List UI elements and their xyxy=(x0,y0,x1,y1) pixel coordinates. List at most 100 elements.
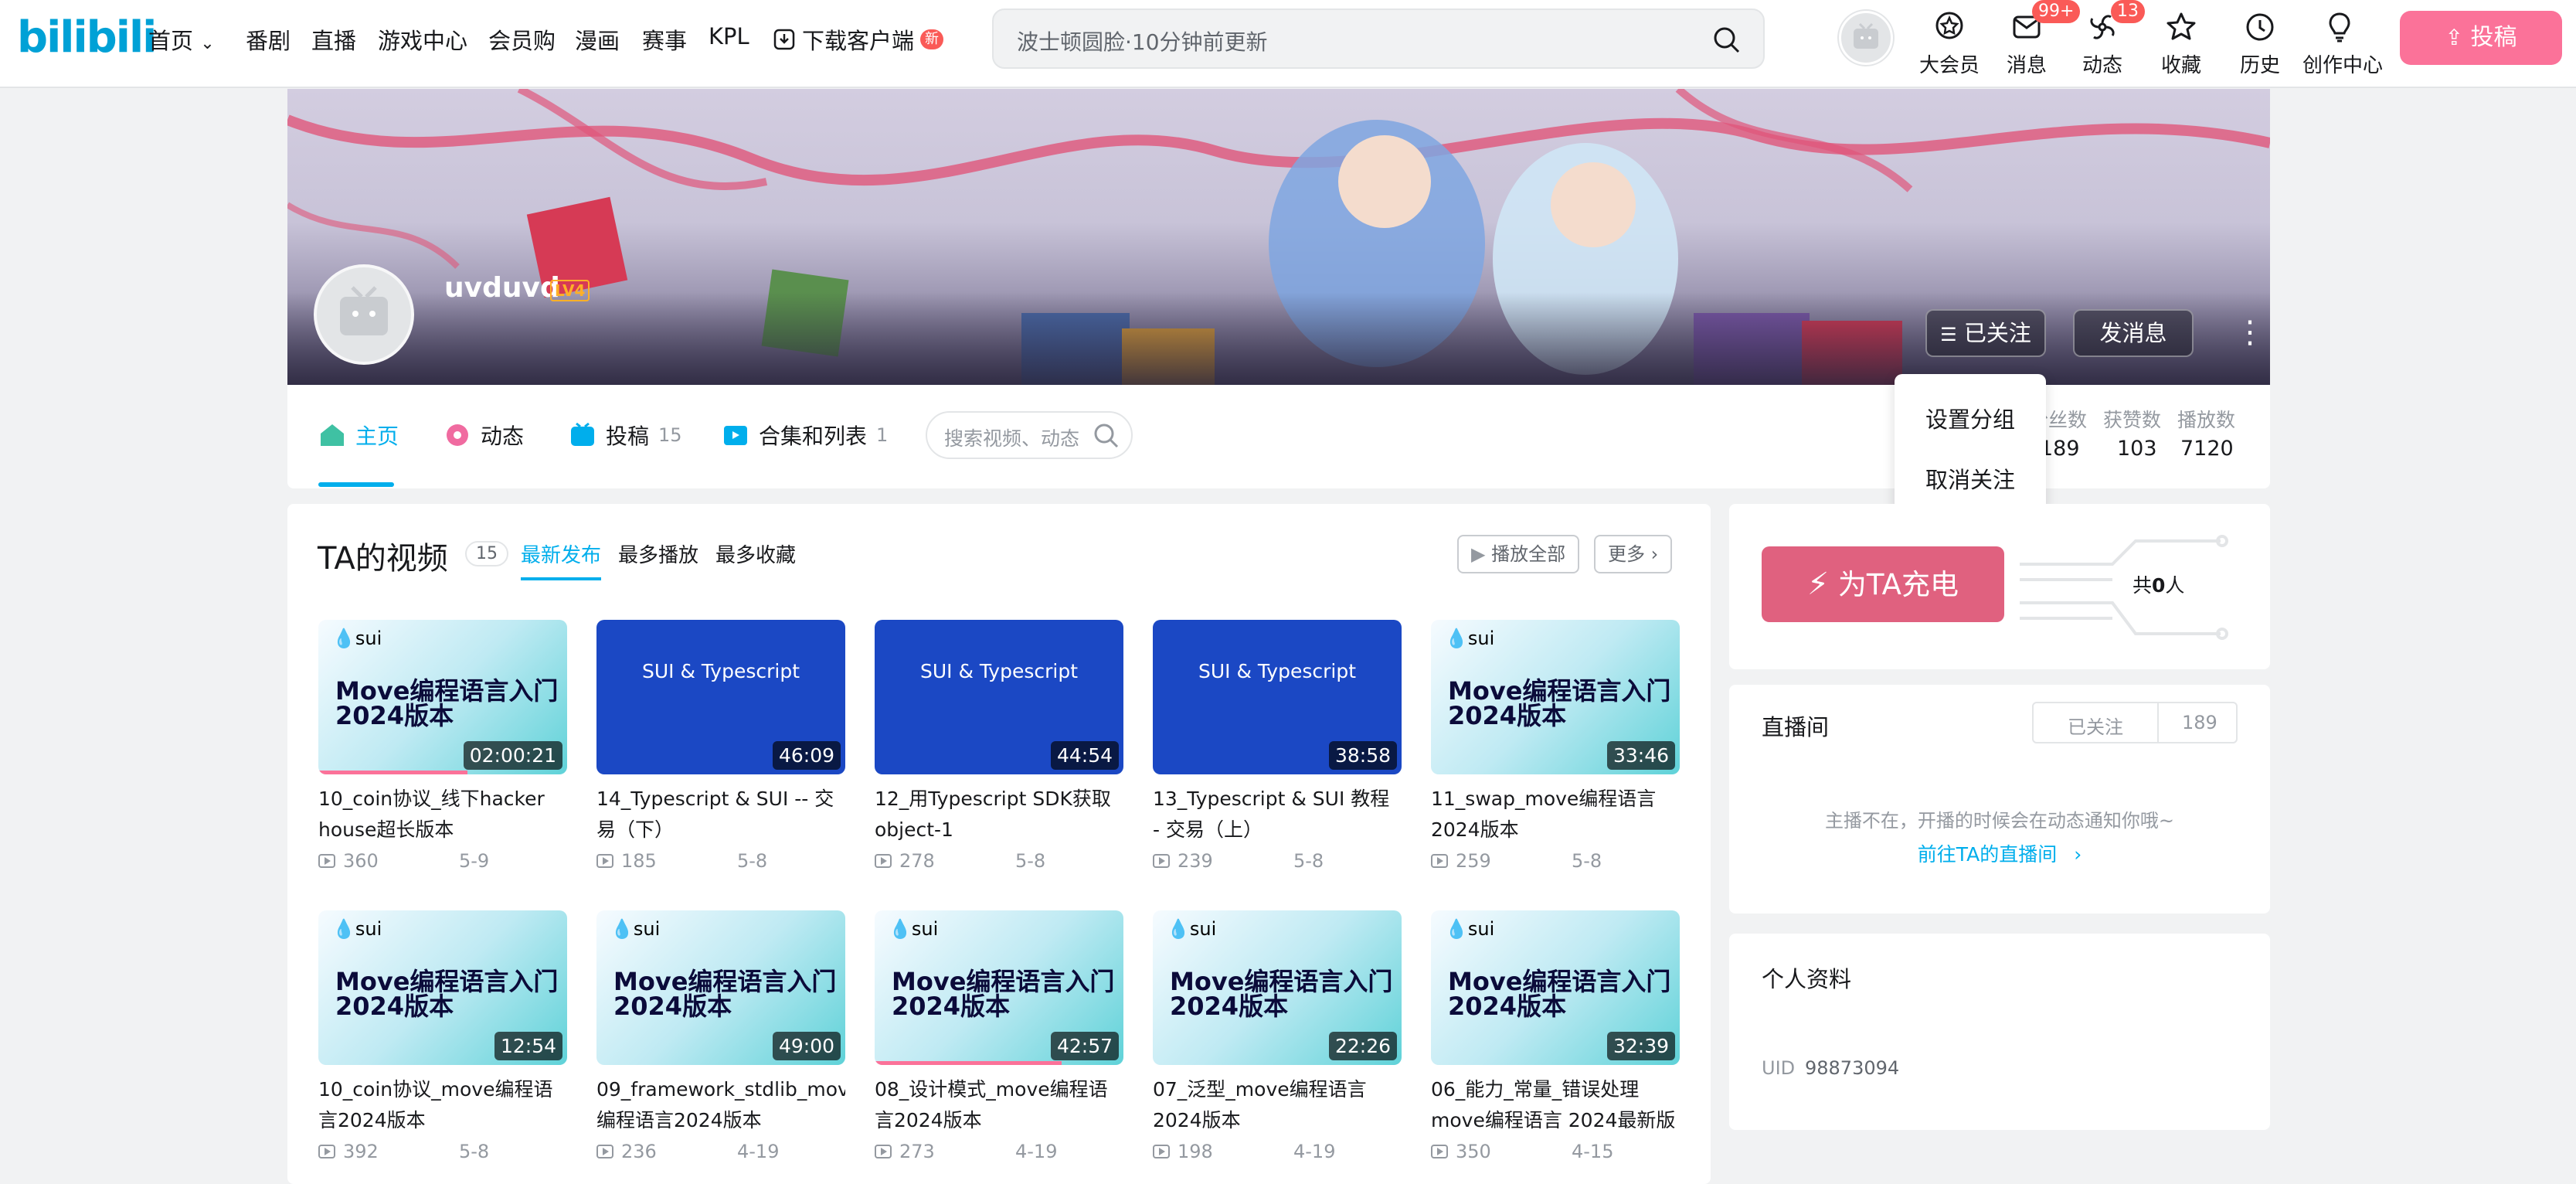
follow-dropdown-menu: 设置分组 取消关注 xyxy=(1895,374,2046,518)
sui-logo-icon: 💧sui xyxy=(889,918,939,940)
more-options-icon[interactable]: ⋮ xyxy=(2234,313,2265,352)
chevron-down-icon: ⌄ xyxy=(200,34,215,53)
nav-manga[interactable]: 漫画 xyxy=(575,23,620,56)
search-input[interactable]: 波士顿圆脸·10分钟前更新 xyxy=(992,9,1765,69)
profile-search-input[interactable]: 搜索视频、动态 xyxy=(926,411,1133,459)
video-thumbnail[interactable]: 💧sui Move编程语言入门 2024版本 22:26 xyxy=(1153,910,1402,1065)
thumbnail-headline: SUI & Typescript xyxy=(919,660,1079,682)
live-followed-toggle[interactable]: 已关注 189 xyxy=(2032,702,2238,743)
nav-game-center[interactable]: 游戏中心 xyxy=(378,23,467,56)
favorites-entry[interactable]: 收藏 xyxy=(2146,9,2216,78)
video-thumbnail[interactable]: SUI & Typescript 38:58 xyxy=(1153,620,1402,774)
menu-item-set-group[interactable]: 设置分组 xyxy=(1895,402,2046,434)
play-all-button[interactable]: ▶ 播放全部 xyxy=(1457,535,1580,573)
video-duration: 42:57 xyxy=(1050,1032,1119,1060)
nav-anime[interactable]: 番剧 xyxy=(246,23,291,56)
send-message-button[interactable]: 发消息 xyxy=(2073,309,2194,357)
video-title[interactable]: 14_Typescript & SUI -- 交易（下） xyxy=(596,784,845,845)
video-meta: 198 4-19 xyxy=(1153,1141,1402,1162)
flower-icon xyxy=(447,424,468,446)
video-duration: 32:39 xyxy=(1606,1032,1675,1060)
go-to-live-room-link[interactable]: 前往TA的直播间 › xyxy=(1729,839,2270,867)
user-avatar[interactable] xyxy=(1839,11,1893,65)
videos-count-badge: 15 xyxy=(465,541,508,566)
creator-center-entry[interactable]: 创作中心 xyxy=(2302,9,2383,78)
video-card[interactable]: SUI & Typescript 46:09 14_Typescript & SUI… xyxy=(596,620,845,872)
likes-count: 103 xyxy=(2117,437,2157,461)
play-count: 259 xyxy=(1456,850,1491,872)
play-count-icon xyxy=(1431,854,1448,868)
sort-most-played[interactable]: 最多播放 xyxy=(618,539,698,568)
video-card[interactable]: 💧sui Move编程语言入门 2024版本 02:00:21 10_coin协议_线… xyxy=(318,620,567,872)
video-thumbnail[interactable]: 💧sui Move编程语言入门 2024版本 42:57 xyxy=(875,910,1123,1065)
home-icon xyxy=(321,424,344,446)
nav-esports[interactable]: 赛事 xyxy=(642,23,687,56)
search-icon[interactable] xyxy=(1712,26,1742,55)
likes-label: 获赞数 xyxy=(2103,409,2162,431)
clock-icon xyxy=(2246,13,2274,41)
charge-button[interactable]: ⚡ 为TA充电 xyxy=(1762,546,2004,622)
vip-entry[interactable]: 大会员 xyxy=(1915,9,1984,78)
video-thumbnail[interactable]: SUI & Typescript 44:54 xyxy=(875,620,1123,774)
video-card[interactable]: 💧sui Move编程语言入门 2024版本 49:00 09_framework_s… xyxy=(596,910,845,1162)
publish-date: 5-8 xyxy=(459,1141,490,1162)
active-tab-indicator xyxy=(318,482,394,487)
video-duration: 49:00 xyxy=(772,1032,841,1060)
tab-collections[interactable]: 合集和列表 1 xyxy=(722,420,888,451)
nav-home[interactable]: 首页 ⌄ xyxy=(148,23,215,56)
video-meta: 259 5-8 xyxy=(1431,850,1680,872)
nav-live[interactable]: 直播 xyxy=(311,23,356,56)
video-thumbnail[interactable]: 💧sui Move编程语言入门 2024版本 12:54 xyxy=(318,910,567,1065)
more-videos-button[interactable]: 更多 › xyxy=(1594,535,1673,573)
video-card[interactable]: 💧sui Move编程语言入门 2024版本 22:26 07_泛型_move编程语言… xyxy=(1153,910,1402,1162)
video-card[interactable]: 💧sui Move编程语言入门 2024版本 12:54 10_coin协议_move… xyxy=(318,910,567,1162)
sort-latest[interactable]: 最新发布 xyxy=(521,539,602,580)
menu-item-unfollow[interactable]: 取消关注 xyxy=(1895,462,2046,495)
nav-vip-shop[interactable]: 会员购 xyxy=(488,23,556,56)
history-entry[interactable]: 历史 xyxy=(2225,9,2295,78)
uid-value: 98873094 xyxy=(1805,1057,1900,1079)
message-entry[interactable]: 99+ 消息 xyxy=(1992,0,2081,78)
video-title[interactable]: 13_Typescript & SUI 教程 - 交易（上） xyxy=(1153,784,1402,845)
video-meta: 185 5-8 xyxy=(596,850,845,872)
tab-uploads[interactable]: 投稿 15 xyxy=(569,420,682,451)
publish-date: 5-8 xyxy=(737,850,768,872)
video-title[interactable]: 09_framework_stdlib_move编程语言2024版本 xyxy=(596,1074,845,1136)
sort-most-favorited[interactable]: 最多收藏 xyxy=(715,539,796,568)
tab-home[interactable]: 主页 xyxy=(318,420,399,451)
video-title[interactable]: 12_用Typescript SDK获取object-1 xyxy=(875,784,1123,845)
nav-download[interactable]: 下载客户端 新 xyxy=(773,23,944,56)
video-title[interactable]: 10_coin协议_线下hacker house超长版本 xyxy=(318,784,567,845)
video-title[interactable]: 07_泛型_move编程语言2024版本 xyxy=(1153,1074,1402,1136)
video-title[interactable]: 10_coin协议_move编程语言2024版本 xyxy=(318,1074,567,1136)
video-title[interactable]: 11_swap_move编程语言2024版本 xyxy=(1431,784,1680,845)
video-card[interactable]: 💧sui Move编程语言入门 2024版本 32:39 06_能力_常量_错误处理 … xyxy=(1431,910,1680,1162)
video-thumbnail[interactable]: 💧sui Move编程语言入门 2024版本 49:00 xyxy=(596,910,845,1065)
publish-date: 4-19 xyxy=(1293,1141,1336,1162)
upload-button[interactable]: ⇪ 投稿 xyxy=(2400,11,2562,65)
video-title[interactable]: 08_设计模式_move编程语言2024版本 xyxy=(875,1074,1123,1136)
nav-kpl[interactable]: KPL xyxy=(709,23,749,49)
video-meta: 360 5-9 xyxy=(318,850,567,872)
video-card[interactable]: SUI & Typescript 38:58 13_Typescript & SUI… xyxy=(1153,620,1402,872)
followed-button[interactable]: ☰ 已关注 xyxy=(1925,309,2046,357)
video-card[interactable]: 💧sui Move编程语言入门 2024版本 33:46 11_swap_move编程… xyxy=(1431,620,1680,872)
dynamic-badge: 13 xyxy=(2111,0,2145,23)
video-thumbnail[interactable]: SUI & Typescript 46:09 xyxy=(596,620,845,774)
video-thumbnail[interactable]: 💧sui Move编程语言入门 2024版本 02:00:21 xyxy=(318,620,567,774)
personal-info-title: 个人资料 xyxy=(1762,966,1852,992)
video-thumbnail[interactable]: 💧sui Move编程语言入门 2024版本 32:39 xyxy=(1431,910,1680,1065)
tab-dynamic[interactable]: 动态 xyxy=(443,420,524,451)
tv-icon xyxy=(571,422,594,446)
dynamic-entry[interactable]: 13 动态 xyxy=(2068,0,2145,78)
watch-progress-bar xyxy=(875,1061,1062,1065)
video-card[interactable]: SUI & Typescript 44:54 12_用Typescript SDK获… xyxy=(875,620,1123,872)
profile-username: uvduvd xyxy=(444,272,560,304)
bilibili-logo[interactable]: bilibili xyxy=(17,12,157,63)
search-icon[interactable] xyxy=(1093,422,1120,450)
video-thumbnail[interactable]: 💧sui Move编程语言入门 2024版本 33:46 xyxy=(1431,620,1680,774)
video-title[interactable]: 06_能力_常量_错误处理 move编程语言 2024最新版 xyxy=(1431,1074,1680,1136)
video-card[interactable]: 💧sui Move编程语言入门 2024版本 42:57 08_设计模式_move编程… xyxy=(875,910,1123,1162)
profile-avatar[interactable] xyxy=(314,264,414,365)
video-duration: 12:54 xyxy=(494,1032,562,1060)
